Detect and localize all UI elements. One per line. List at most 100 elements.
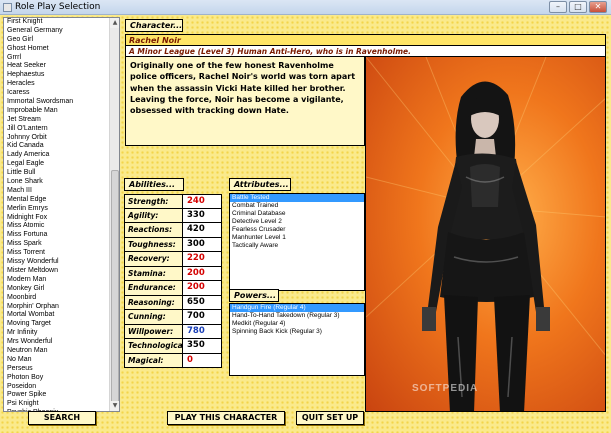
character-list-item[interactable]: Miss Atomic [4,222,110,231]
character-list-item[interactable]: Modern Man [4,276,110,285]
minimize-button[interactable]: – [549,1,567,13]
ability-value: 0 [183,353,221,367]
powers-list[interactable]: Handgun Fire (Regular 4) Hand-To-Hand Tak… [229,303,365,376]
character-list-item[interactable]: Poseidon [4,383,110,392]
scroll-down-icon[interactable]: ▼ [110,401,119,411]
attribute-item[interactable]: Manhunter Level 1 [230,234,364,242]
character-list-item[interactable]: Neutron Man [4,347,110,356]
character-list-item[interactable]: Jill O'Lantern [4,125,110,134]
quit-setup-button[interactable]: QUIT SET UP [296,411,364,425]
attribute-item[interactable]: Tactically Aware [230,242,364,250]
character-list-item[interactable]: Mach III [4,187,110,196]
ability-name: Strength: [125,195,183,208]
character-list-item[interactable]: Mr Infinity [4,329,110,338]
character-list-item[interactable]: Heat Seeker [4,62,110,71]
character-list-scrollbar[interactable]: ▲ ▼ [109,18,119,411]
ability-name: Reasoning: [125,295,183,309]
ability-value: 300 [183,237,221,251]
character-list-item[interactable]: Miss Fortuna [4,231,110,240]
character-list-item[interactable]: Monkey Girl [4,285,110,294]
character-list[interactable]: First Knight General Germany Geo Girl Ghost… [3,17,120,412]
character-list-item[interactable]: Jet Stream [4,116,110,125]
character-list-item[interactable]: First Knight [4,18,110,27]
abilities-tab: Abilities... [124,178,184,191]
character-list-item[interactable]: Perseus [4,365,110,374]
character-list-items: First Knight General Germany Geo Girl Ghost… [4,18,110,411]
attributes-list[interactable]: Battle Tested Combat Trained Criminal Data… [229,193,365,291]
attribute-item[interactable]: Fearless Crusader [230,226,364,234]
character-list-item[interactable]: Grrrl [4,54,110,63]
attributes-tab: Attributes... [229,178,291,191]
character-list-item[interactable]: Ghost Hornet [4,45,110,54]
character-list-item[interactable]: Mister Meltdown [4,267,110,276]
character-list-item[interactable]: Miss Spark [4,240,110,249]
play-character-button[interactable]: PLAY THIS CHARACTER [167,411,285,425]
character-list-item[interactable]: Power Spike [4,391,110,400]
character-list-item[interactable]: Miss Torrent [4,249,110,258]
attribute-item[interactable]: Detective Level 2 [230,218,364,226]
character-list-item[interactable]: Missy Wonderful [4,258,110,267]
close-button[interactable]: ✕ [589,1,607,13]
ability-name: Endurance: [125,281,183,295]
client-area: First Knight General Germany Geo Girl Ghost… [0,15,611,433]
ability-name: Willpower: [125,324,183,338]
ability-name: Technological: [125,339,188,353]
app-icon [3,3,12,12]
ability-name: Stamina: [125,266,183,280]
character-name: Rachel Noir [125,34,606,45]
character-list-item[interactable]: Moonbird [4,294,110,303]
character-list-item[interactable]: Immortal Swordsman [4,98,110,107]
power-item[interactable]: Spinning Back Kick (Regular 3) [230,328,364,336]
ability-name: Reactions: [125,223,183,237]
attribute-item[interactable]: Criminal Database [230,210,364,218]
abilities-table: Strength: 240 Agility: 330 Reactions: 420 Toug… [124,194,222,368]
character-list-item[interactable]: Midnight Fox [4,214,110,223]
character-list-item[interactable]: General Germany [4,27,110,36]
ability-name: Toughness: [125,237,183,251]
character-list-item[interactable]: Geo Girl [4,36,110,45]
character-list-item[interactable]: Icaress [4,89,110,98]
attribute-item[interactable]: Combat Trained [230,202,364,210]
character-list-item[interactable]: Morphin' Orphan [4,303,110,312]
character-list-item[interactable]: Lady America [4,151,110,160]
character-list-item[interactable]: Legal Eagle [4,160,110,169]
character-list-item[interactable]: No Man [4,356,110,365]
ability-name: Agility: [125,208,183,222]
scroll-thumb[interactable] [111,170,119,411]
character-summary: A Minor League (Level 3) Human Anti-Hero… [125,45,606,56]
character-list-item[interactable]: Moving Target [4,320,110,329]
quit-setup-button-label: QUIT SET UP [301,413,359,422]
ability-row: Agility: 330 [124,208,222,223]
character-list-item[interactable]: Mental Edge [4,196,110,205]
character-list-item[interactable]: Hephaestus [4,71,110,80]
ability-value: 220 [183,252,221,266]
character-list-item[interactable]: Mrs Wonderful [4,338,110,347]
power-item[interactable]: Handgun Fire (Regular 4) [230,304,364,312]
ability-name: Magical: [125,353,183,367]
search-button[interactable]: SEARCH [28,411,96,425]
scroll-up-icon[interactable]: ▲ [110,18,119,28]
character-list-item[interactable]: Photon Boy [4,374,110,383]
character-list-item[interactable]: Kid Canada [4,142,110,151]
character-list-item[interactable]: Mortal Wombat [4,311,110,320]
window-controls: – □ ✕ [549,1,607,13]
ability-row: Toughness: 300 [124,237,222,252]
character-list-item[interactable]: Heracles [4,80,110,89]
character-list-item[interactable]: Little Bull [4,169,110,178]
attribute-item[interactable]: Battle Tested [230,194,364,202]
character-list-item[interactable]: Improbable Man [4,107,110,116]
ability-value: 200 [183,281,221,295]
ability-name: Recovery: [125,252,183,266]
title-bar: Role Play Selection – □ ✕ [0,0,611,15]
watermark: SOFTPEDIA [412,383,479,394]
window-title: Role Play Selection [15,2,101,12]
character-list-item[interactable]: Merlin Emrys [4,205,110,214]
power-item[interactable]: Hand-To-Hand Takedown (Regular 3) [230,312,364,320]
ability-row: Recovery: 220 [124,252,222,267]
character-list-item[interactable]: Psi Knight [4,400,110,409]
ability-value: 200 [183,266,221,280]
character-list-item[interactable]: Johnny Orbit [4,134,110,143]
character-list-item[interactable]: Lone Shark [4,178,110,187]
maximize-button[interactable]: □ [569,1,587,13]
power-item[interactable]: Medkit (Regular 4) [230,320,364,328]
